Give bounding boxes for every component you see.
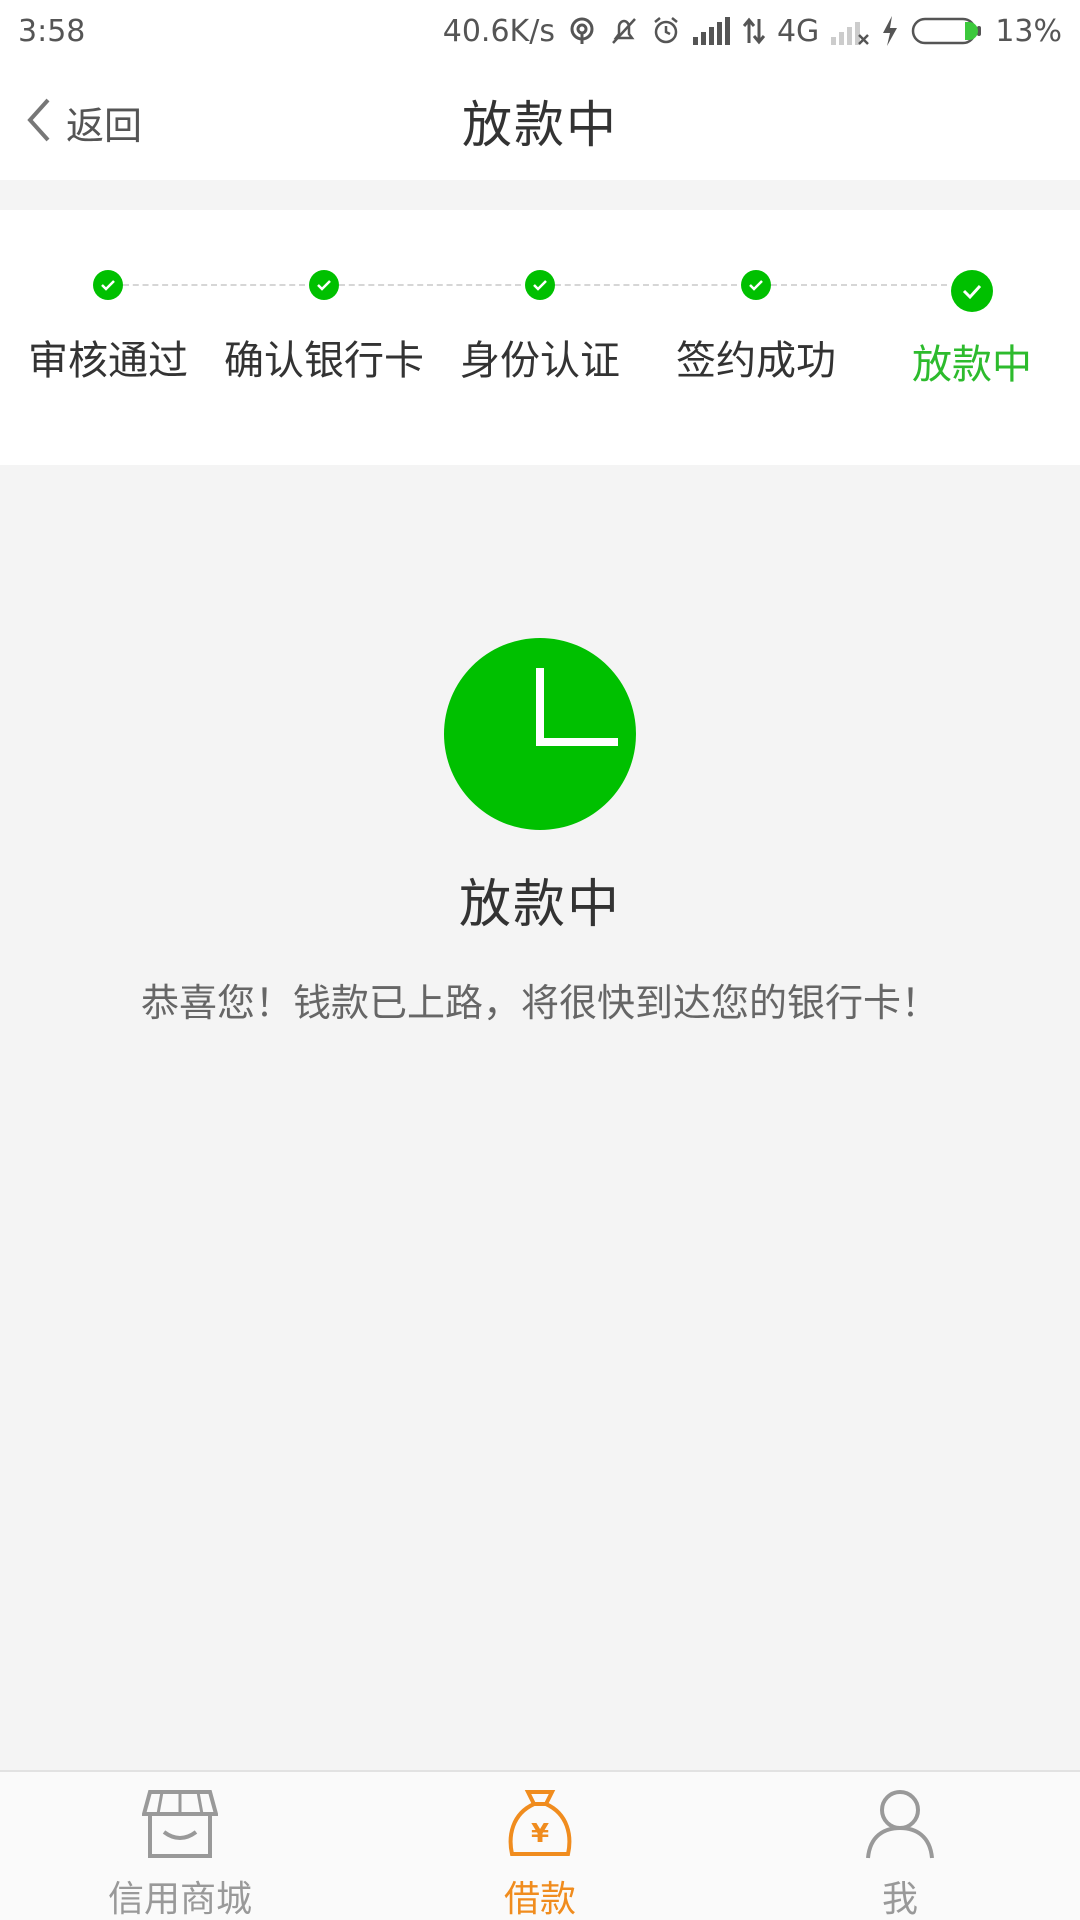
tab-loan[interactable]: ¥ 借款 <box>360 1772 720 1920</box>
battery-percent: 13% <box>995 13 1062 49</box>
check-icon <box>951 270 993 312</box>
network-type: 4G <box>776 13 820 49</box>
check-icon <box>525 270 555 300</box>
battery-icon <box>911 16 983 46</box>
svg-text:¥: ¥ <box>531 1819 549 1849</box>
data-transfer-icon <box>742 17 765 45</box>
step-item-current: 放款中 <box>864 210 1080 465</box>
status-bar: 3:58 40.6K/s 4G 13% <box>0 0 1080 62</box>
charging-icon <box>881 16 899 46</box>
result-description: 恭喜您！钱款已上路，将很快到达您的银行卡！ <box>140 981 939 1025</box>
money-bag-icon: ¥ <box>502 1788 578 1864</box>
nav-bar: 返回 放款中 <box>0 62 1080 180</box>
signal-no-sim-icon <box>831 17 870 45</box>
user-icon <box>862 1788 938 1864</box>
tab-label: 信用商城 <box>107 1879 252 1920</box>
step-item: 审核通过 <box>0 210 216 465</box>
check-icon <box>309 270 339 300</box>
step-label: 审核通过 <box>28 338 188 384</box>
clock-icon <box>444 638 636 830</box>
chevron-left-icon <box>26 97 52 147</box>
signal-icon <box>692 17 731 45</box>
back-button[interactable]: 返回 <box>26 92 142 152</box>
tab-label: 我 <box>881 1879 918 1920</box>
check-icon <box>93 270 123 300</box>
step-label: 身份认证 <box>460 338 620 384</box>
page-title: 放款中 <box>462 96 618 154</box>
hotspot-icon <box>567 16 597 46</box>
alarm-icon <box>651 16 681 46</box>
result-title: 放款中 <box>458 875 621 935</box>
network-speed: 40.6K/s <box>442 13 555 49</box>
step-item: 身份认证 <box>432 210 648 465</box>
step-item: 签约成功 <box>648 210 864 465</box>
status-time: 3:58 <box>18 13 86 49</box>
tab-bar: 信用商城 ¥ 借款 我 <box>0 1770 1080 1920</box>
status-right: 40.6K/s 4G 13% <box>443 14 1062 49</box>
store-icon <box>141 1788 219 1864</box>
mute-bell-icon <box>609 16 639 46</box>
tab-label: 借款 <box>503 1879 576 1920</box>
step-label: 放款中 <box>912 342 1032 388</box>
back-label: 返回 <box>66 103 143 148</box>
tab-me[interactable]: 我 <box>720 1772 1080 1920</box>
progress-steps: 审核通过 确认银行卡 身份认证 签约成功 放款中 <box>0 210 1080 465</box>
step-label: 确认银行卡 <box>224 338 424 384</box>
check-icon <box>741 270 771 300</box>
page: 3:58 40.6K/s 4G 13% 返回 放款中 审核通过 确认银行卡 身份… <box>0 0 1080 1920</box>
step-item: 确认银行卡 <box>216 210 432 465</box>
step-label: 签约成功 <box>676 338 836 384</box>
tab-credit-mall[interactable]: 信用商城 <box>0 1772 360 1920</box>
